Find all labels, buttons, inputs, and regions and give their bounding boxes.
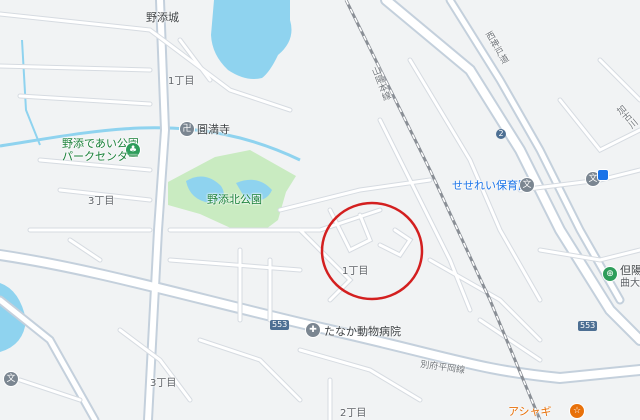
label-enmanji[interactable]: 圓満寺 <box>197 124 230 136</box>
shop-icon[interactable]: ☆ <box>570 404 584 418</box>
label-tanyo[interactable]: 但陽 <box>620 265 640 277</box>
highlight-circle <box>320 201 424 301</box>
route-shield-2: 2 <box>496 129 506 139</box>
label-block-3-bottom: 3丁目 <box>150 378 177 389</box>
pond <box>211 0 292 79</box>
label-seseragi-nursery[interactable]: せせれい保育園 <box>452 180 529 192</box>
label-park-center[interactable]: パークセンター <box>62 151 139 163</box>
label-block-2-bottom: 2丁目 <box>340 408 367 419</box>
school-icon[interactable]: 文 <box>520 178 534 192</box>
parking-icon[interactable] <box>598 170 608 180</box>
school-icon-left[interactable]: 文 <box>4 372 18 386</box>
park-area <box>168 150 296 232</box>
map-canvas[interactable]: 野添城 1丁目 卍 圓満寺 野添であい公園 ♣ パークセンター 野添北公園 3丁… <box>0 0 640 420</box>
route-shield-553-left: 553 <box>270 320 290 330</box>
store-icon[interactable]: ⊕ <box>603 267 617 281</box>
stream <box>21 39 41 146</box>
label-tanaka-vet[interactable]: たなか動物病院 <box>324 326 401 338</box>
label-block-1-center: 1丁目 <box>342 266 369 277</box>
label-nozoe-castle[interactable]: 野添城 <box>146 12 179 24</box>
temple-icon[interactable]: 卍 <box>180 122 194 136</box>
label-orange-shop[interactable]: アシャギ <box>508 406 552 418</box>
label-nozoe-north-park[interactable]: 野添北公園 <box>207 194 262 206</box>
label-tanyo-sub: 曲大 <box>620 278 640 289</box>
map-base-layer <box>0 0 640 420</box>
route-shield-553-right: 553 <box>578 321 598 331</box>
label-block-1-top: 1丁目 <box>168 76 195 87</box>
vet-icon[interactable]: ✚ <box>306 323 320 337</box>
label-block-3-left: 3丁目 <box>88 196 115 207</box>
